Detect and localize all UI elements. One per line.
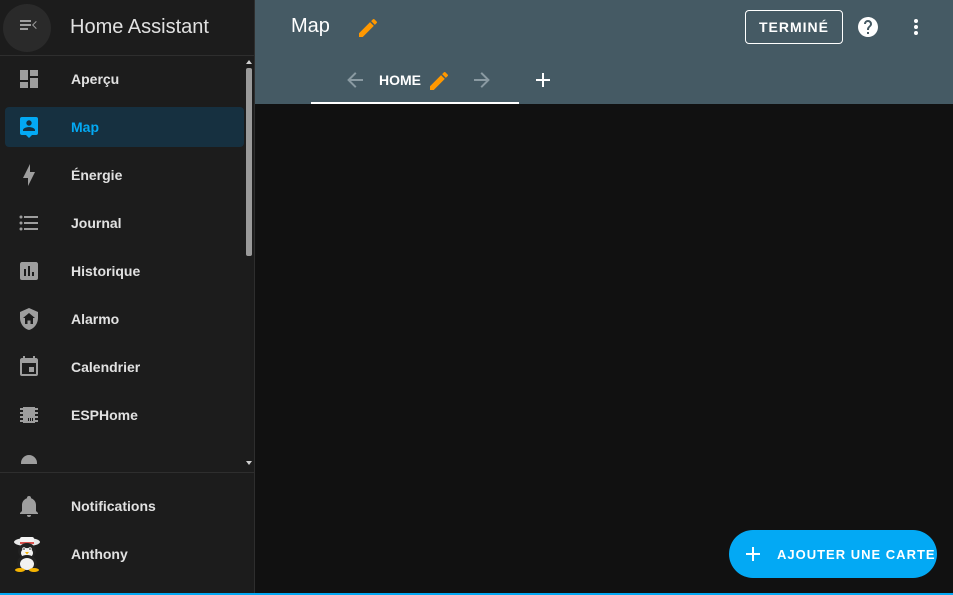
- sidebar-item-label: Énergie: [71, 167, 123, 183]
- lightning-bolt-icon: [17, 163, 41, 187]
- sidebar-item-apercu[interactable]: Aperçu: [5, 59, 244, 99]
- sidebar-item-notifications[interactable]: Notifications: [5, 486, 244, 526]
- dashboard-icon: [17, 67, 41, 91]
- add-view-plus-icon[interactable]: [531, 68, 555, 92]
- sidebar-item-map[interactable]: Map: [5, 107, 244, 147]
- sidebar-header: Home Assistant: [0, 0, 254, 56]
- sidebar-item-label: Historique: [71, 263, 141, 279]
- plus-icon: [741, 542, 765, 566]
- scroll-down-arrow-icon[interactable]: [246, 461, 252, 465]
- user-avatar-icon: [9, 536, 45, 572]
- sidebar-divider: [0, 472, 254, 473]
- add-card-label: AJOUTER UNE CARTE: [777, 547, 936, 562]
- add-card-button[interactable]: AJOUTER UNE CARTE: [729, 530, 937, 578]
- user-name-label: Anthony: [71, 546, 128, 562]
- sidebar-item-label: Journal: [71, 215, 122, 231]
- menu-button[interactable]: [3, 3, 51, 52]
- page-title: Map: [291, 15, 330, 37]
- top-app-bar: Map TERMINÉ HOME: [255, 0, 953, 104]
- scroll-up-arrow-icon[interactable]: [246, 60, 252, 64]
- done-button[interactable]: TERMINÉ: [745, 10, 843, 44]
- notifications-label: Notifications: [71, 498, 156, 514]
- scrollbar-thumb[interactable]: [246, 68, 252, 256]
- move-view-right-arrow-icon[interactable]: [470, 68, 494, 92]
- sidebar-item-esphome[interactable]: ESPHome: [5, 395, 244, 435]
- help-circle-icon[interactable]: [856, 15, 880, 39]
- sidebar-scrollbar[interactable]: [246, 60, 252, 465]
- sidebar-item-alarmo[interactable]: Alarmo: [5, 299, 244, 339]
- edit-title-pencil-icon[interactable]: [356, 16, 380, 40]
- more-vertical-icon[interactable]: [904, 15, 928, 39]
- sidebar-item-label: Map: [71, 119, 99, 135]
- partial-item-icon: [17, 451, 41, 464]
- menu-collapse-icon: [15, 13, 39, 42]
- sidebar-item-historique[interactable]: Historique: [5, 251, 244, 291]
- edit-view-pencil-icon[interactable]: [427, 69, 451, 93]
- sidebar-nav: Aperçu Map Énergie Journal Historique Al…: [0, 59, 254, 464]
- sidebar-item-label: Alarmo: [71, 311, 120, 327]
- sidebar-item-profile[interactable]: Anthony: [5, 534, 244, 574]
- map-account-icon: [17, 115, 41, 139]
- calendar-icon: [17, 355, 41, 379]
- format-list-icon: [17, 211, 41, 235]
- sidebar-item-calendrier[interactable]: Calendrier: [5, 347, 244, 387]
- dashboard-content-area: [255, 104, 953, 593]
- tab-label: HOME: [379, 72, 421, 88]
- sidebar: Home Assistant Aperçu Map Énergie Journa…: [0, 0, 255, 595]
- chart-box-icon: [17, 259, 41, 283]
- move-view-left-arrow-icon[interactable]: [343, 68, 367, 92]
- sidebar-item-label: Calendrier: [71, 359, 141, 375]
- app-title: Home Assistant: [70, 16, 209, 38]
- sidebar-item-energie[interactable]: Énergie: [5, 155, 244, 195]
- sidebar-item-partial[interactable]: [5, 443, 244, 464]
- shield-home-icon: [17, 307, 41, 331]
- sidebar-item-label: Aperçu: [71, 71, 120, 87]
- bell-icon: [17, 494, 41, 518]
- chip-icon: [17, 403, 41, 427]
- tab-home[interactable]: HOME: [311, 60, 519, 104]
- sidebar-item-label: ESPHome: [71, 407, 138, 423]
- sidebar-item-journal[interactable]: Journal: [5, 203, 244, 243]
